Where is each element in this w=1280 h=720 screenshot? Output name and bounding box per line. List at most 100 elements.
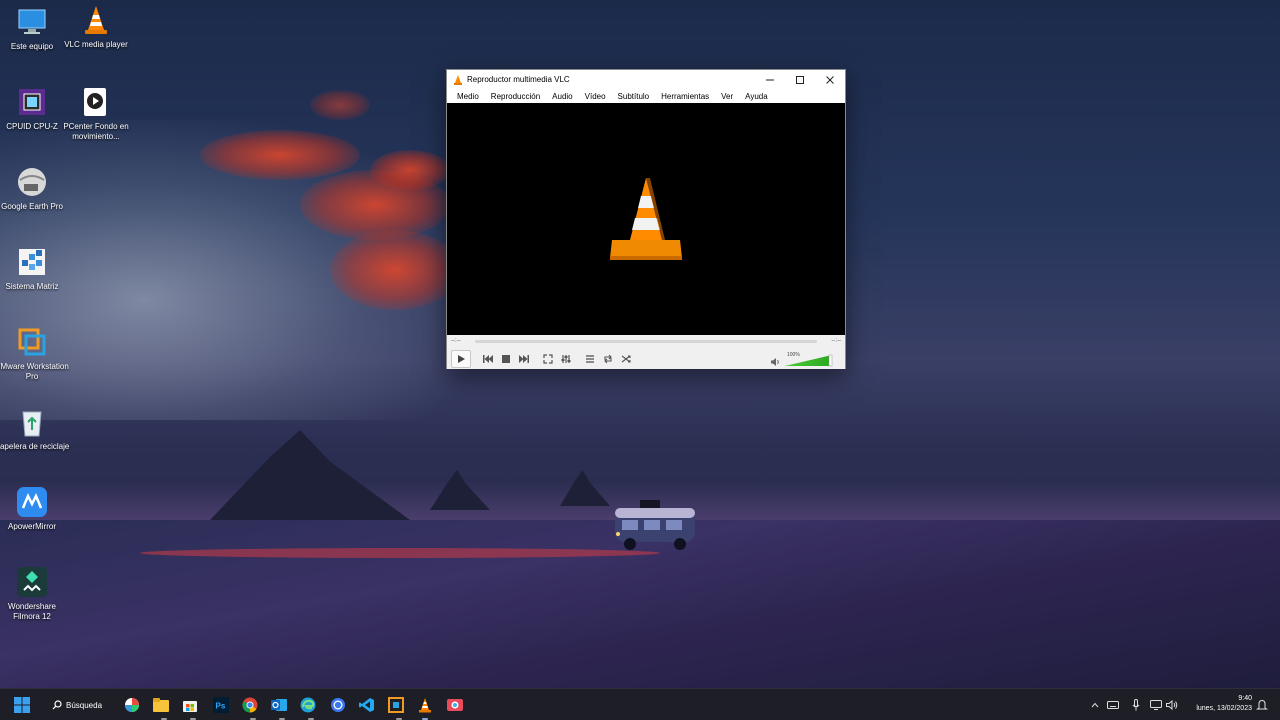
notifications-button[interactable] <box>1256 699 1268 711</box>
notification-bell-icon <box>1256 699 1268 710</box>
van-illustration <box>615 500 695 550</box>
chevron-up-icon <box>1091 702 1099 708</box>
store-icon <box>183 701 197 712</box>
google-earth-icon <box>16 166 48 198</box>
taskbar-edge[interactable] <box>298 695 318 715</box>
maximize-button[interactable] <box>785 70 815 89</box>
taskbar-chrome[interactable] <box>240 695 260 715</box>
taskbar-signal[interactable] <box>328 695 348 715</box>
fullscreen-icon <box>543 354 553 364</box>
desktop-icon-vmware[interactable]: VMware Workstation Pro <box>0 326 70 382</box>
title-bar[interactable]: Reproductor multimedia VLC <box>447 70 845 89</box>
play-button[interactable] <box>451 350 471 368</box>
desktop-icon-pcenter[interactable]: PCenter Fondo en movimiento... <box>58 86 134 142</box>
taskbar-outlook[interactable] <box>269 695 289 715</box>
taskbar: Búsqueda Ps 9:40 lunes, 13/02/2023 <box>0 688 1280 720</box>
taskbar-search[interactable]: Búsqueda <box>44 695 110 715</box>
fullscreen-button[interactable] <box>539 351 557 367</box>
outlook-icon <box>271 699 287 711</box>
speaker-icon[interactable] <box>770 357 780 367</box>
apowermirror-icon <box>16 486 48 518</box>
elapsed-time: --:-- <box>451 338 461 344</box>
show-hidden-icons-button[interactable] <box>1089 699 1101 711</box>
pcenter-icon <box>80 86 112 118</box>
red-cloud <box>310 90 370 120</box>
desktop-icon-label: Papelera de reciclaje <box>0 442 70 451</box>
desktop-icon-sistema-matriz[interactable]: Sistema Matriz <box>0 246 70 292</box>
menu-subtitulo[interactable]: Subtítulo <box>612 92 656 101</box>
close-button[interactable] <box>815 70 845 89</box>
shuffle-button[interactable] <box>617 351 635 367</box>
red-cloud <box>370 150 450 190</box>
video-area[interactable] <box>447 103 845 335</box>
desktop-icon-label: VLC media player <box>64 40 128 49</box>
minimize-button[interactable] <box>755 70 785 89</box>
stop-icon <box>502 355 510 363</box>
volume-tray-button[interactable] <box>1166 699 1178 711</box>
taskbar-vlc[interactable] <box>415 695 435 715</box>
taskbar-store[interactable] <box>180 695 200 715</box>
menu-ver[interactable]: Ver <box>715 92 739 101</box>
search-label: Búsqueda <box>66 700 103 710</box>
menu-medio[interactable]: Medio <box>451 92 485 101</box>
taskbar-file-explorer[interactable] <box>151 695 171 715</box>
extended-settings-button[interactable] <box>557 351 575 367</box>
desktop-icon-label: Wondershare Filmora 12 <box>8 602 56 621</box>
playlist-button[interactable] <box>581 351 599 367</box>
vlc-window[interactable]: Reproductor multimedia VLC Medio Reprodu… <box>446 69 846 369</box>
snagit-icon <box>447 699 463 711</box>
taskbar-photoshop[interactable]: Ps <box>211 695 231 715</box>
loop-icon <box>604 354 612 364</box>
desktop-icon-google-earth[interactable]: Google Earth Pro <box>0 166 70 212</box>
next-button[interactable] <box>515 351 533 367</box>
microphone-tray-button[interactable] <box>1130 699 1142 711</box>
windows-logo-icon <box>14 697 30 713</box>
skip-forward-icon <box>519 355 529 363</box>
taskbar-vscode[interactable] <box>357 695 377 715</box>
previous-button[interactable] <box>479 351 497 367</box>
start-button[interactable] <box>12 695 32 715</box>
edge-icon <box>300 697 316 713</box>
chrome-icon <box>242 697 258 713</box>
sistema-matriz-icon <box>16 246 48 278</box>
desktop-icon-vlc[interactable]: VLC media player <box>58 4 134 50</box>
network-tray-button[interactable] <box>1150 699 1162 711</box>
shuffle-icon <box>621 355 631 363</box>
minimize-icon <box>766 79 774 80</box>
microphone-icon <box>1132 699 1140 711</box>
stop-button[interactable] <box>497 351 515 367</box>
volume-slider[interactable] <box>785 354 833 367</box>
menu-audio[interactable]: Audio <box>546 92 578 101</box>
taskbar-snagit[interactable] <box>445 695 465 715</box>
skip-back-icon <box>483 355 493 363</box>
menu-ayuda[interactable]: Ayuda <box>739 92 774 101</box>
desktop-icon-label: ApowerMirror <box>7 522 56 531</box>
folder-icon <box>153 698 169 712</box>
photoshop-icon: Ps <box>213 697 229 713</box>
red-cloud <box>330 230 460 310</box>
menu-herramientas[interactable]: Herramientas <box>655 92 715 101</box>
filmora-icon <box>16 566 48 598</box>
maximize-icon <box>796 75 804 84</box>
vscode-icon <box>359 698 374 712</box>
desktop-icon-apowermirror[interactable]: ApowerMirror <box>0 486 70 532</box>
desktop-icon-recycle-bin[interactable]: Papelera de reciclaje <box>0 406 70 452</box>
desktop-icon-filmora[interactable]: Wondershare Filmora 12 <box>0 566 70 622</box>
menu-video[interactable]: Vídeo <box>579 92 612 101</box>
keyboard-tray-button[interactable] <box>1107 699 1119 711</box>
taskbar-sistema[interactable] <box>386 695 406 715</box>
play-icon <box>458 355 465 363</box>
seek-bar[interactable] <box>475 340 817 343</box>
network-icon <box>1150 700 1162 710</box>
menu-bar: Medio Reproducción Audio Vídeo Subtítulo… <box>447 89 845 103</box>
clock[interactable]: 9:40 lunes, 13/02/2023 <box>1186 694 1252 714</box>
playlist-icon <box>586 355 594 363</box>
vlc-icon <box>419 698 431 713</box>
menu-reproduccion[interactable]: Reproducción <box>485 92 546 101</box>
loop-button[interactable] <box>599 351 617 367</box>
mountain <box>210 430 410 520</box>
taskbar-app[interactable] <box>122 695 142 715</box>
svg-text:Ps: Ps <box>216 702 226 711</box>
vmware-icon <box>16 326 48 358</box>
road-glow <box>140 548 660 558</box>
